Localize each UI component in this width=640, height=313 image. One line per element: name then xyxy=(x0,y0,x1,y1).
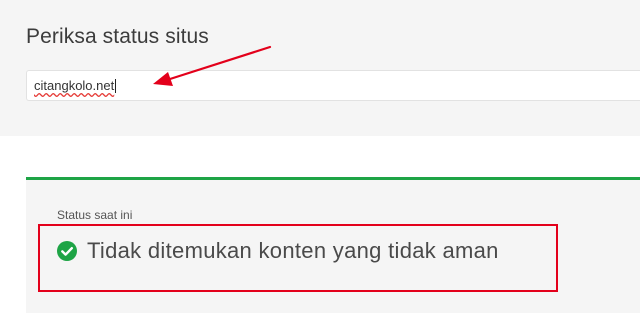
check-circle-icon xyxy=(57,241,77,261)
status-text: Tidak ditemukan konten yang tidak aman xyxy=(87,238,499,263)
status-result: Tidak ditemukan konten yang tidak aman xyxy=(56,238,499,264)
search-title: Periksa status situs xyxy=(26,25,209,48)
text-caret xyxy=(115,78,117,93)
status-label: Status saat ini xyxy=(57,208,133,222)
site-status-search-panel: Periksa status situs citangkolo.net xyxy=(0,0,640,136)
page: Periksa status situs citangkolo.net Stat… xyxy=(0,0,640,313)
current-status-card: Status saat ini Tidak ditemukan konten y… xyxy=(26,177,640,313)
site-url-input[interactable]: citangkolo.net xyxy=(26,70,640,101)
site-url-value: citangkolo.net xyxy=(34,78,115,93)
